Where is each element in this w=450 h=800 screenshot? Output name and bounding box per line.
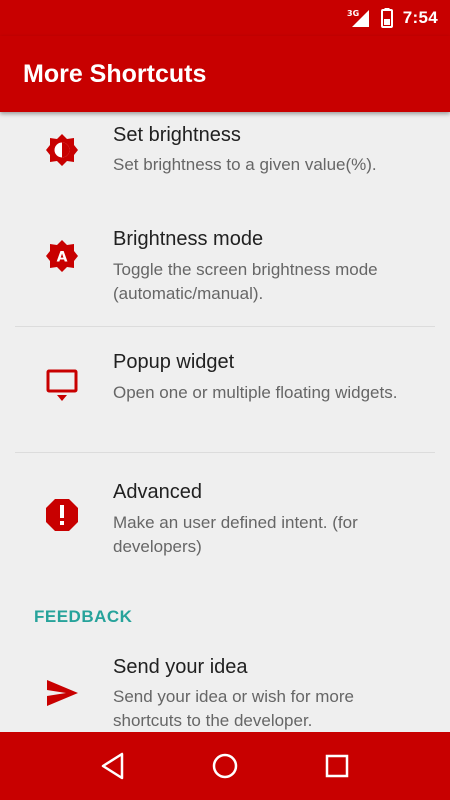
back-button[interactable] <box>96 749 130 783</box>
item-subtitle: Send your idea or wish for more shortcut… <box>113 687 354 730</box>
shortcut-list: Set brightness Set brightness to a given… <box>0 112 450 732</box>
item-title: Set brightness <box>113 124 241 146</box>
send-icon <box>47 680 78 706</box>
popup-widget-icon <box>46 369 78 401</box>
battery-icon <box>380 8 393 28</box>
item-subtitle: Make an user defined intent. (for develo… <box>113 513 358 556</box>
item-title: Brightness mode <box>113 228 264 250</box>
list-item-send-idea[interactable]: Send your idea Send your idea or wish fo… <box>0 637 450 732</box>
brightness-icon <box>46 134 78 166</box>
status-bar: 3G 7:54 <box>0 0 450 36</box>
navigation-bar <box>0 732 450 800</box>
svg-text:A: A <box>57 250 68 266</box>
list-item-advanced[interactable]: Advanced Make an user defined intent. (f… <box>0 453 450 573</box>
item-title: Send your idea <box>113 656 248 678</box>
list-item-popup-widget[interactable]: Popup widget Open one or multiple floati… <box>0 327 450 451</box>
alert-octagon-icon <box>46 499 78 531</box>
item-subtitle: Open one or multiple floating widgets. <box>113 383 398 402</box>
item-title: Popup widget <box>113 351 235 373</box>
recents-button[interactable] <box>320 749 354 783</box>
item-subtitle: Set brightness to a given value(%). <box>113 155 377 174</box>
item-title: Advanced <box>113 481 202 503</box>
item-subtitle: Toggle the screen brightness mode (autom… <box>113 260 378 303</box>
network-type-label: 3G <box>347 9 359 18</box>
status-icons: 3G 7:54 <box>347 8 438 28</box>
page-title: More Shortcuts <box>23 60 207 88</box>
section-header-feedback: FEEDBACK <box>34 607 133 626</box>
app-bar: More Shortcuts <box>0 36 450 112</box>
list-item-brightness-mode[interactable]: A Brightness mode Toggle the screen brig… <box>0 204 450 326</box>
cell-signal-icon: 3G <box>347 9 369 27</box>
brightness-auto-icon: A <box>46 240 78 272</box>
status-time: 7:54 <box>402 8 438 27</box>
home-button[interactable] <box>208 749 242 783</box>
list-item-set-brightness[interactable]: Set brightness Set brightness to a given… <box>0 112 450 204</box>
